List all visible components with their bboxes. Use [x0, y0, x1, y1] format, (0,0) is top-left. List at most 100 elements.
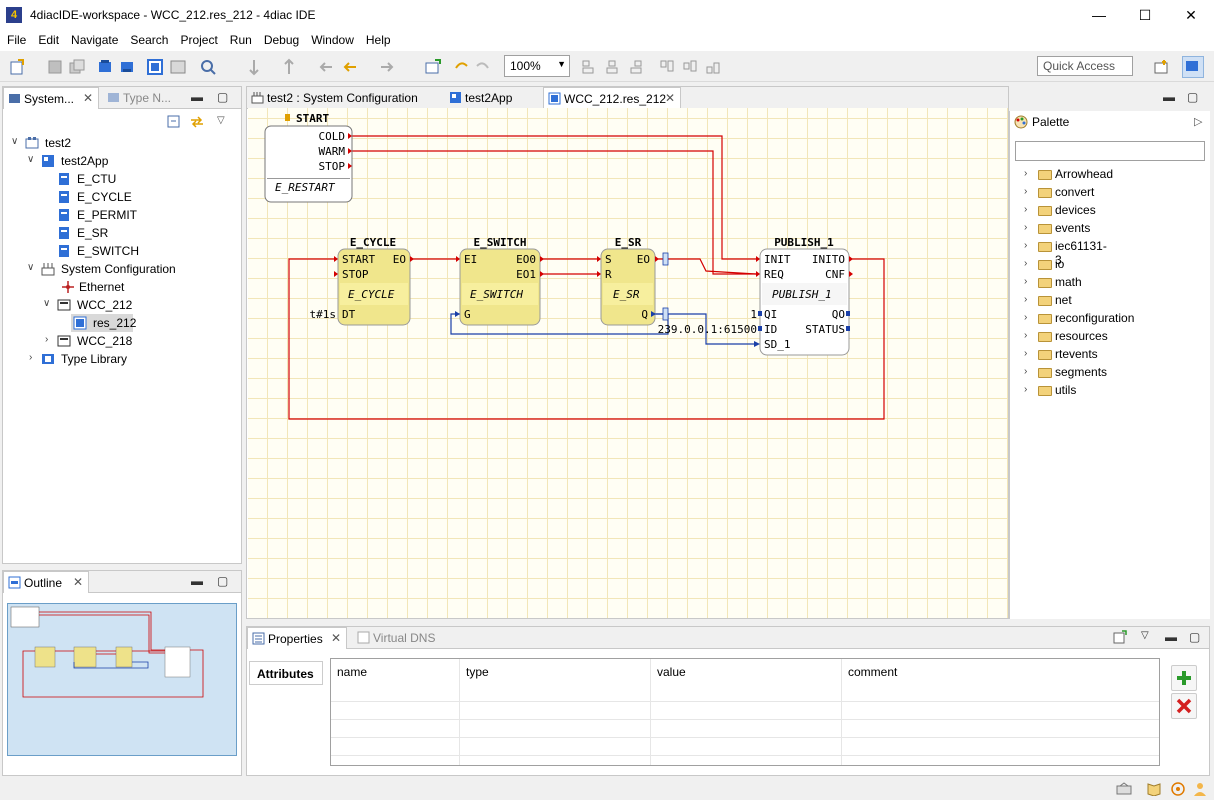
chevron-down-icon[interactable]: ∨ [27, 262, 34, 273]
chevron-right-icon[interactable]: › [1024, 384, 1027, 395]
menu-file[interactable]: File [0, 31, 31, 47]
menu-window[interactable]: Window [304, 31, 359, 47]
menu-navigate[interactable]: Navigate [64, 31, 123, 47]
column-name[interactable]: name [337, 665, 367, 679]
4diac-perspective-icon[interactable] [1182, 56, 1204, 78]
redo-icon[interactable] [474, 58, 492, 76]
delete-attribute-button[interactable] [1171, 693, 1197, 719]
pin-view-icon[interactable] [1113, 630, 1127, 647]
tab-properties[interactable]: Properties ✕ [247, 627, 347, 649]
open-perspective-icon[interactable] [1152, 58, 1170, 76]
minimize-icon[interactable]: ▬ [1163, 90, 1175, 104]
attributes-section-tab[interactable]: Attributes [249, 661, 323, 685]
chevron-right-icon[interactable]: › [1024, 222, 1027, 233]
forward-icon[interactable] [378, 58, 396, 76]
align-top-icon[interactable] [658, 58, 676, 76]
chevron-right-icon[interactable]: › [1024, 186, 1027, 197]
align-left-icon[interactable] [580, 58, 598, 76]
chevron-right-icon[interactable]: › [1024, 240, 1027, 251]
tab-test2app[interactable]: test2App [445, 87, 531, 109]
chevron-right-icon[interactable]: › [1024, 204, 1027, 215]
maximize-icon[interactable]: ▢ [1187, 90, 1198, 104]
view-menu-icon[interactable]: ▽ [217, 115, 225, 126]
chevron-right-icon[interactable]: › [1024, 312, 1027, 323]
close-icon[interactable]: ✕ [331, 631, 341, 645]
quick-access-input[interactable]: Quick Access [1037, 56, 1133, 76]
attributes-table[interactable]: name type value comment [330, 658, 1160, 766]
minimize-icon[interactable]: ▬ [191, 90, 203, 104]
chevron-right-icon[interactable]: › [1024, 348, 1027, 359]
maximize-icon[interactable]: ▢ [217, 90, 228, 104]
minimize-button[interactable]: — [1076, 0, 1122, 31]
heap-status-icon[interactable] [1116, 782, 1132, 799]
tab-system-explorer[interactable]: System... ✕ [3, 87, 99, 109]
application-icon [42, 155, 54, 167]
menu-debug[interactable]: Debug [257, 31, 304, 47]
chevron-right-icon[interactable]: ▷ [1194, 115, 1202, 128]
pin-up-icon[interactable] [280, 58, 298, 76]
menu-run[interactable]: Run [223, 31, 257, 47]
chevron-right-icon[interactable]: › [1024, 276, 1027, 287]
new-system-icon[interactable] [424, 58, 442, 76]
add-attribute-button[interactable] [1171, 665, 1197, 691]
align-bottom-icon[interactable] [704, 58, 722, 76]
align-right-icon[interactable] [626, 58, 644, 76]
back-icon[interactable] [341, 58, 359, 76]
help-icon[interactable] [1170, 782, 1186, 799]
chevron-right-icon[interactable]: › [1024, 258, 1027, 269]
tab-wcc-212-res-212[interactable]: WCC_212.res_212 ✕ [543, 87, 681, 109]
menu-project[interactable]: Project [173, 31, 222, 47]
chevron-right-icon[interactable]: › [45, 334, 48, 345]
close-icon[interactable]: ✕ [73, 575, 83, 589]
column-type[interactable]: type [466, 665, 489, 679]
minimize-icon[interactable]: ▬ [1165, 630, 1177, 644]
deploy-icon[interactable] [96, 58, 114, 76]
user-icon[interactable] [1192, 782, 1208, 799]
link-editor-icon[interactable] [189, 115, 205, 132]
chevron-right-icon[interactable]: › [1024, 294, 1027, 305]
book-icon[interactable] [1146, 782, 1162, 799]
tab-type-navigator[interactable]: Type N... [103, 87, 183, 109]
menu-search[interactable]: Search [123, 31, 173, 47]
save-icon[interactable] [46, 58, 64, 76]
close-icon[interactable]: ✕ [83, 91, 93, 105]
view-menu-icon[interactable]: ▽ [1141, 630, 1149, 641]
close-icon[interactable]: ✕ [665, 91, 675, 105]
maximize-icon[interactable]: ▢ [1189, 630, 1200, 644]
menu-edit[interactable]: Edit [31, 31, 64, 47]
minimize-icon[interactable]: ▬ [191, 574, 203, 588]
maximize-button[interactable]: ☐ [1122, 0, 1168, 31]
zoom-search-icon[interactable] [199, 58, 217, 76]
save-all-icon[interactable] [68, 58, 86, 76]
new-icon[interactable] [8, 58, 26, 76]
back-history-icon[interactable] [317, 58, 335, 76]
chevron-right-icon[interactable]: › [1024, 366, 1027, 377]
chevron-right-icon[interactable]: › [1024, 330, 1027, 341]
close-button[interactable]: ✕ [1168, 0, 1214, 31]
zoom-select[interactable]: 100% ▼ [504, 55, 570, 77]
tab-virtual-dns[interactable]: Virtual DNS [353, 627, 453, 649]
tab-system-configuration[interactable]: test2 : System Configuration [247, 87, 425, 109]
maximize-icon[interactable]: ▢ [217, 574, 228, 588]
chevron-right-icon[interactable]: › [1024, 168, 1027, 179]
chevron-right-icon[interactable]: › [29, 352, 32, 363]
console-icon[interactable] [169, 58, 187, 76]
chevron-down-icon[interactable]: ∨ [43, 298, 50, 309]
chevron-down-icon[interactable]: ∨ [27, 154, 34, 165]
menu-help[interactable]: Help [359, 31, 396, 47]
tree-item-res-212[interactable]: res_212 [71, 314, 136, 332]
palette-search-input[interactable] [1015, 141, 1205, 161]
tab-outline[interactable]: Outline ✕ [3, 571, 89, 593]
align-middle-icon[interactable] [681, 58, 699, 76]
column-value[interactable]: value [657, 665, 686, 679]
outline-thumbnail[interactable] [7, 603, 237, 756]
monitor-icon[interactable] [146, 58, 164, 76]
collapse-all-icon[interactable] [167, 115, 181, 132]
column-comment[interactable]: comment [848, 665, 897, 679]
align-center-icon[interactable] [603, 58, 621, 76]
pin-icon[interactable] [245, 58, 263, 76]
chevron-down-icon[interactable]: ∨ [11, 136, 18, 147]
fbn-canvas[interactable]: START COLD WARM STOP E_RESTART E_CYCLE S… [248, 108, 1008, 618]
deploy-all-icon[interactable] [118, 58, 136, 76]
undo-icon[interactable] [452, 58, 470, 76]
